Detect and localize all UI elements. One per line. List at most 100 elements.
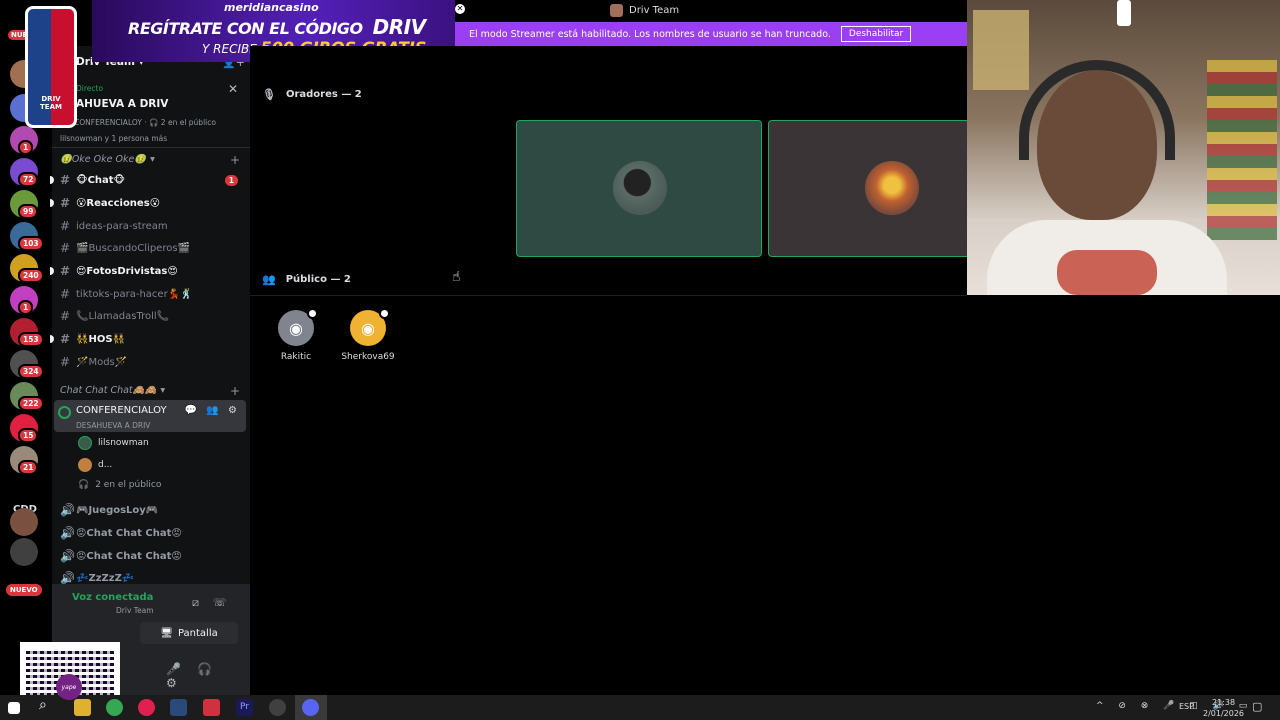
voice-controls: ⧄☏	[192, 596, 241, 610]
channel-item[interactable]: # ideas-para-stream	[56, 216, 246, 236]
unread-badge: 324	[18, 364, 44, 379]
webcam-overlay	[967, 0, 1280, 295]
stage-audience-count[interactable]: 🎧 2 en el público	[78, 480, 161, 490]
voice-channel-item[interactable]: 🔊 🎮JuegosLoy🎮	[56, 500, 246, 520]
search-icon[interactable]: ⌕	[39, 697, 56, 714]
voice-connection-panel: Voz conectada Driv Team ⧄☏ 🖥 Pantalla 🎤🎧 ⚙…	[20, 584, 250, 720]
avatar	[78, 436, 92, 450]
channel-item[interactable]: # tiktoks-para-hacer💃🕺	[56, 284, 246, 304]
speaker-tile[interactable]	[516, 120, 762, 257]
webcam-shirt-print	[1057, 250, 1157, 295]
start-icon[interactable]	[8, 702, 20, 714]
streamer-mode-text: El modo Streamer está habilitado. Los no…	[469, 28, 831, 40]
stage-name: CONFERENCIALOY	[76, 405, 167, 416]
clock[interactable]: 21:38 2/01/2026	[1203, 697, 1244, 719]
channel-item[interactable]: # 😍FotosDrivistas😍	[50, 261, 246, 281]
stage-user[interactable]: d...	[78, 458, 112, 472]
section-divider	[250, 295, 967, 296]
hash-icon: #	[60, 173, 71, 187]
channel-item[interactable]: # 🪄Mods🪄	[56, 352, 246, 372]
streamer-mode-banner: El modo Streamer está habilitado. Los no…	[455, 22, 967, 46]
ad-close-icon[interactable]: ✕	[455, 4, 465, 14]
voice-channel-item[interactable]: 🔊 😡Chat Chat Chat😡	[56, 546, 246, 566]
stage-actions-icons[interactable]: 💬 👥 ⚙	[185, 405, 240, 416]
status-badge	[379, 308, 390, 319]
file-explorer-icon[interactable]	[74, 699, 91, 716]
share-screen-button[interactable]: 🖥 Pantalla	[140, 622, 238, 644]
server-icon[interactable]	[10, 508, 38, 536]
close-icon[interactable]: ✕	[228, 82, 238, 96]
microphone-icon[interactable]: 🎤	[166, 662, 197, 676]
unread-badge: 1	[18, 140, 34, 155]
ad-line1: REGÍTRATE CON EL CÓDIGO DRIV	[128, 15, 426, 39]
channel-item[interactable]: # 🎬BuscandoCliperos🎬	[56, 238, 246, 258]
headphones-icon[interactable]: 🎧	[197, 662, 228, 676]
language-indicator[interactable]: ESP	[1179, 702, 1194, 711]
voice-connected-status[interactable]: Voz conectada	[72, 592, 153, 603]
category-header[interactable]: Chat Chat Chat🙈🙈 ▾ +	[60, 384, 240, 398]
new-badge: NUEVO	[6, 584, 42, 596]
obs-icon[interactable]	[269, 699, 286, 716]
speakers-header: 🎙 Oradores — 2	[262, 88, 362, 101]
unread-badge: 1	[18, 300, 34, 315]
live-label: Directo	[76, 84, 104, 93]
settings-gear-icon[interactable]: ⚙	[166, 676, 193, 690]
add-channel-icon[interactable]: +	[230, 384, 240, 398]
speaker-icon: 🔊	[60, 526, 75, 540]
avatar	[78, 458, 92, 472]
stage-user[interactable]: lilsnowman	[78, 436, 149, 450]
unread-badge: 72	[18, 172, 39, 187]
unread-indicator	[50, 267, 54, 275]
window-title: Driv Team	[610, 4, 679, 17]
unread-badge: 15	[18, 428, 39, 443]
noise-suppression-icon[interactable]: ⧄	[192, 596, 213, 609]
stage-channel-active[interactable]: CONFERENCIALOY DESAHUEVA A DRIV 💬 👥 ⚙	[54, 400, 246, 432]
discord-avatar-icon: ◉	[278, 308, 318, 346]
channel-item[interactable]: # 📞LlamadasTroll📞	[56, 306, 246, 326]
hash-icon: #	[60, 287, 71, 301]
status-badge	[307, 308, 318, 319]
voice-server-name: Driv Team	[116, 606, 154, 615]
hash-icon: #	[60, 355, 71, 369]
unread-badge: 103	[18, 236, 44, 251]
screen-share-icon: 🖥	[160, 627, 173, 639]
speaker-avatar	[613, 161, 667, 215]
speaker-icon: 🔊	[60, 571, 75, 585]
live-subtitle: CONFERENCIALOY · 🎧 2 en el público	[74, 118, 216, 127]
discord-icon[interactable]	[302, 699, 319, 716]
server-icon[interactable]	[10, 538, 38, 566]
channel-item[interactable]: # 😮Reacciones😮	[50, 193, 246, 213]
app-icon[interactable]	[203, 699, 220, 716]
unread-badge: 21	[18, 460, 39, 475]
unread-badge: 153	[18, 332, 44, 347]
add-channel-icon[interactable]: +	[230, 153, 240, 167]
stage-icon	[58, 406, 71, 419]
live-stage-card[interactable]: Directo AHUEVA A DRIV CONFERENCIALOY · 🎧…	[52, 80, 250, 148]
disconnect-icon[interactable]: ☏	[213, 596, 241, 609]
premiere-icon[interactable]: Pr	[236, 699, 253, 716]
hand-cursor-icon: ☝	[452, 269, 461, 285]
windows-taskbar: ⌕ Pr ^ ⊘ ⊗ 🎤 ◫ 🔊 ▭ ESP 21:38 2/01/2026 ▢	[0, 695, 1280, 720]
driv-team-logo: DRIV TEAM	[25, 6, 77, 128]
audience-member[interactable]: ◉ Sherkova69	[338, 308, 398, 362]
unread-badge: 222	[18, 396, 44, 411]
user-controls: 🎤🎧 ⚙	[166, 662, 250, 690]
hash-icon: #	[60, 264, 71, 278]
disable-streamer-button[interactable]: Deshabilitar	[840, 26, 912, 42]
chrome-icon[interactable]	[106, 699, 123, 716]
notification-icon[interactable]: ▢	[1252, 700, 1262, 713]
stage-status: DESAHUEVA A DRIV	[76, 421, 151, 430]
speaker-avatar	[865, 161, 919, 215]
channel-item[interactable]: # 👯HOS👯	[50, 329, 246, 349]
server-avatar-icon	[610, 4, 623, 17]
ad-brand: meridiancasino	[224, 1, 319, 14]
channel-item[interactable]: # 🐵Chat🐵 1	[50, 170, 246, 190]
category-header[interactable]: 🤢Oke Oke Oke🤢 ▾ +	[60, 153, 240, 167]
webcam-light	[1117, 0, 1131, 26]
media-player-icon[interactable]	[138, 699, 155, 716]
voice-channel-item[interactable]: 🔊 😡Chat Chat Chat😡	[56, 523, 246, 543]
mention-badge: 1	[224, 174, 238, 186]
steam-icon[interactable]	[170, 699, 187, 716]
audience-member[interactable]: ◉ Rakitic	[266, 308, 326, 362]
webcam-background-poster	[973, 10, 1029, 90]
